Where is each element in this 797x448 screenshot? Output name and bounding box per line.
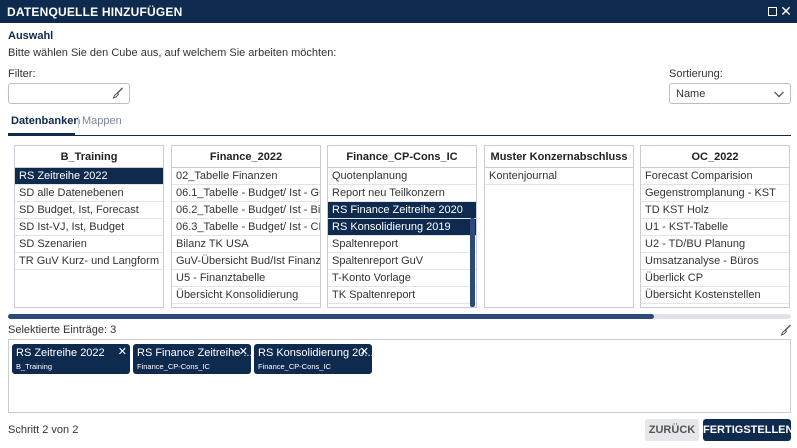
list-item[interactable]: Überlick CP (641, 270, 789, 287)
tab-divider-line (8, 135, 791, 136)
back-button[interactable]: ZURÜCK (645, 419, 699, 441)
sort-select[interactable]: Name (669, 83, 791, 104)
list-item[interactable]: 06.1_Tabelle - Budget/ Ist - GuV (172, 185, 320, 202)
list-item[interactable]: RS Zeitreihe 2022 (15, 168, 163, 185)
list-item[interactable]: Spaltenreport GuV (328, 253, 476, 270)
step-indicator: Schritt 2 von 2 (8, 424, 79, 436)
sort-value: Name (676, 88, 706, 100)
remove-icon[interactable]: ✕ (118, 347, 127, 358)
filter-input[interactable] (9, 84, 109, 103)
selected-chip[interactable]: RS Zeitreihe 2022 B_Training ✕ (12, 344, 130, 374)
column-finance-cp-cons-ic: Finance_CP-Cons_IC Quotenplanung Report … (327, 145, 477, 308)
list-item[interactable]: Quotenplanung (328, 168, 476, 185)
chip-title: RS Konsolidierung 20... (258, 347, 374, 359)
list-item[interactable]: Bilanz TK USA (172, 236, 320, 253)
selected-chip[interactable]: RS Konsolidierung 20... Finance_CP-Cons_… (254, 344, 374, 374)
remove-icon[interactable]: ✕ (239, 347, 248, 358)
chevron-down-icon (774, 91, 784, 98)
tab-datenbanken[interactable]: Datenbanken (11, 115, 80, 127)
filter-field[interactable] (8, 83, 130, 104)
brush-icon[interactable] (112, 87, 124, 99)
list-item[interactable]: Übersicht Konsolidierung (172, 287, 320, 304)
section-title: Auswahl (8, 30, 54, 42)
column-scrollbar[interactable] (470, 218, 475, 307)
selected-count: Selektierte Einträge: 3 (8, 324, 117, 336)
tab-mappen[interactable]: Mappen (82, 115, 122, 127)
list-item[interactable]: SD Ist-VJ, Ist, Budget (15, 219, 163, 236)
list-item[interactable]: U5 - Finanztabelle (172, 270, 320, 287)
list-item[interactable]: SD Szenarien (15, 236, 163, 253)
maximize-icon[interactable] (765, 4, 779, 18)
remove-icon[interactable]: ✕ (360, 347, 369, 358)
chip-title: RS Finance Zeitreihe ... (137, 347, 253, 359)
column-header: Finance_CP-Cons_IC (328, 146, 476, 168)
column-header: B_Training (15, 146, 163, 168)
chip-subtitle: Finance_CP-Cons_IC (258, 362, 331, 371)
list-item[interactable]: 06.3_Tabelle - Budget/ Ist - CF (172, 219, 320, 236)
column-finance-2022: Finance_2022 02_Tabelle Finanzen 06.1_Ta… (171, 145, 321, 308)
column-muster-konzernabschluss: Muster Konzernabschluss Kontenjournal (484, 145, 634, 308)
list-item[interactable]: U1 - KST-Tabelle (641, 219, 789, 236)
chip-subtitle: B_Training (16, 362, 52, 371)
dialog-title: DATENQUELLE HINZUFÜGEN (7, 5, 183, 19)
column-header: Muster Konzernabschluss (485, 146, 633, 168)
filter-label: Filter: (8, 68, 36, 80)
chip-subtitle: Finance_CP-Cons_IC (137, 362, 210, 371)
list-item[interactable]: Forecast Comparision (641, 168, 789, 185)
list-item[interactable]: Umsatzanalyse - Büros (641, 253, 789, 270)
list-item[interactable]: Gegenstromplanung - KST (641, 185, 789, 202)
list-item[interactable]: TK Spaltenreport (328, 287, 476, 304)
column-b-training: B_Training RS Zeitreihe 2022 SD alle Dat… (14, 145, 164, 308)
list-item[interactable]: U2 - TD/BU Planung (641, 236, 789, 253)
list-item[interactable]: TR GuV Kurz- und Langform (15, 253, 163, 270)
brush-icon[interactable] (780, 324, 792, 336)
list-item[interactable]: T-Konto Vorlage (328, 270, 476, 287)
close-icon[interactable]: ✕ (779, 4, 793, 18)
list-item[interactable]: GuV-Übersicht Bud/Ist Finanzen (172, 253, 320, 270)
dialog-titlebar: DATENQUELLE HINZUFÜGEN ✕ (0, 0, 797, 23)
list-item[interactable]: TD KST Holz (641, 202, 789, 219)
selected-chip[interactable]: RS Finance Zeitreihe ... Finance_CP-Cons… (133, 344, 253, 374)
column-header: Finance_2022 (172, 146, 320, 168)
list-item[interactable]: SD Budget, Ist, Forecast (15, 202, 163, 219)
list-item[interactable]: Übersicht Kostenstellen (641, 287, 789, 304)
list-item[interactable]: SD alle Datenebenen (15, 185, 163, 202)
cube-columns: B_Training RS Zeitreihe 2022 SD alle Dat… (14, 145, 792, 308)
selection-box: RS Zeitreihe 2022 B_Training ✕ RS Financ… (8, 339, 791, 413)
list-item[interactable]: 02_Tabelle Finanzen (172, 168, 320, 185)
instruction-text: Bitte wählen Sie den Cube aus, auf welch… (8, 47, 337, 59)
column-header: OC_2022 (641, 146, 789, 168)
chip-title: RS Zeitreihe 2022 (16, 347, 105, 359)
list-item[interactable]: Report neu Teilkonzern (328, 185, 476, 202)
column-oc-2022: OC_2022 Forecast Comparision Gegenstromp… (640, 145, 790, 308)
horizontal-scrollbar-thumb[interactable] (8, 314, 654, 319)
sort-label: Sortierung: (669, 68, 723, 80)
list-item[interactable]: Spaltenreport (328, 236, 476, 253)
tab-divider (78, 116, 79, 128)
list-item[interactable]: Kontenjournal (485, 168, 633, 185)
finish-button[interactable]: FERTIGSTELLEN (703, 419, 793, 441)
list-item[interactable]: 06.2_Tabelle - Budget/ Ist - Bilanz (172, 202, 320, 219)
list-item[interactable]: RS Finance Zeitreihe 2020 (328, 202, 476, 219)
list-item[interactable]: RS Konsolidierung 2019 (328, 219, 476, 236)
